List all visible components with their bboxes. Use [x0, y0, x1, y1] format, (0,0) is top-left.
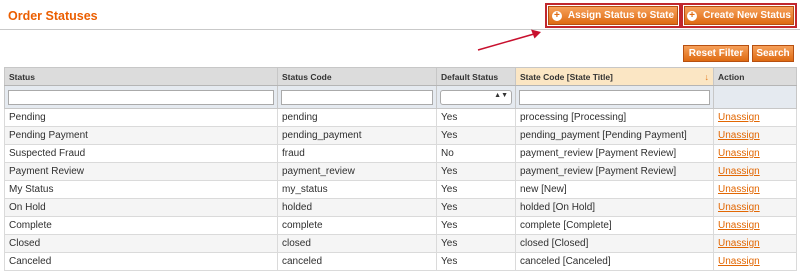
title-divider [0, 29, 800, 30]
status-code-cell: complete [277, 216, 437, 235]
action-cell: Unassign [713, 108, 797, 127]
filter-cell-status-code [277, 85, 437, 109]
unassign-link[interactable]: Unassign [718, 112, 760, 123]
action-cell: Unassign [713, 144, 797, 163]
plus-icon: + [551, 10, 562, 21]
state-code-cell: canceled [Canceled] [515, 252, 714, 271]
default-status-cell: Yes [436, 234, 516, 253]
filter-default-status-select[interactable]: ▲▼ [440, 89, 512, 105]
column-header-status[interactable]: Status [4, 67, 278, 86]
filter-status-input[interactable] [8, 89, 274, 105]
state-code-cell: new [New] [515, 180, 714, 199]
unassign-link[interactable]: Unassign [718, 130, 760, 141]
state-code-cell: holded [On Hold] [515, 198, 714, 217]
table-row[interactable]: Pending Payment pending_payment Yes pend… [4, 126, 797, 145]
table-row[interactable]: Suspected Fraud fraud No payment_review … [4, 144, 797, 163]
status-cell: Payment Review [4, 162, 278, 181]
action-cell: Unassign [713, 198, 797, 217]
filter-state-code-input[interactable] [519, 89, 710, 105]
default-status-cell: Yes [436, 162, 516, 181]
table-row[interactable]: Canceled canceled Yes canceled [Canceled… [4, 252, 797, 271]
state-code-header-label: State Code [State Title] [520, 71, 613, 82]
status-cell: Complete [4, 216, 278, 235]
unassign-link[interactable]: Unassign [718, 220, 760, 231]
column-header-default-status[interactable]: Default Status [436, 67, 516, 86]
filter-cell-default-status: ▲▼ [436, 85, 516, 109]
select-arrows-icon: ▲▼ [494, 91, 508, 99]
unassign-link[interactable]: Unassign [718, 166, 760, 177]
table-row[interactable]: Closed closed Yes closed [Closed] Unassi… [4, 234, 797, 253]
status-code-cell: canceled [277, 252, 437, 271]
plus-icon: + [687, 10, 698, 21]
unassign-link[interactable]: Unassign [718, 184, 760, 195]
state-code-cell: closed [Closed] [515, 234, 714, 253]
default-status-cell: Yes [436, 180, 516, 199]
default-status-cell: No [436, 144, 516, 163]
status-code-cell: holded [277, 198, 437, 217]
column-header-state-code[interactable]: State Code [State Title] ↓ [515, 67, 714, 86]
column-header-action: Action [713, 67, 797, 86]
create-status-label: Create New Status [703, 10, 791, 21]
status-cell: Canceled [4, 252, 278, 271]
status-code-cell: pending [277, 108, 437, 127]
filter-cell-action [713, 85, 797, 109]
status-cell: On Hold [4, 198, 278, 217]
create-new-status-button[interactable]: + Create New Status [684, 6, 794, 25]
search-label: Search [756, 48, 790, 59]
status-cell: Closed [4, 234, 278, 253]
action-cell: Unassign [713, 126, 797, 145]
status-cell: Suspected Fraud [4, 144, 278, 163]
page-title: Order Statuses [8, 9, 98, 23]
assign-status-to-state-button[interactable]: + Assign Status to State [548, 6, 678, 25]
table-row[interactable]: On Hold holded Yes holded [On Hold] Unas… [4, 198, 797, 217]
state-code-cell: payment_review [Payment Review] [515, 144, 714, 163]
state-code-cell: pending_payment [Pending Payment] [515, 126, 714, 145]
reset-filter-label: Reset Filter [688, 48, 744, 59]
order-status-grid: Status Status Code Default Status State … [4, 67, 797, 271]
status-cell: Pending Payment [4, 126, 278, 145]
search-button[interactable]: Search [752, 45, 794, 62]
unassign-link[interactable]: Unassign [718, 148, 760, 159]
state-code-cell: processing [Processing] [515, 108, 714, 127]
state-code-cell: complete [Complete] [515, 216, 714, 235]
status-code-cell: my_status [277, 180, 437, 199]
status-code-cell: fraud [277, 144, 437, 163]
default-status-cell: Yes [436, 126, 516, 145]
action-cell: Unassign [713, 216, 797, 235]
action-cell: Unassign [713, 180, 797, 199]
table-row[interactable]: Payment Review payment_review Yes paymen… [4, 162, 797, 181]
status-cell: My Status [4, 180, 278, 199]
assign-status-label: Assign Status to State [567, 10, 675, 21]
default-status-cell: Yes [436, 252, 516, 271]
table-row[interactable]: Pending pending Yes processing [Processi… [4, 108, 797, 127]
default-status-cell: Yes [436, 108, 516, 127]
unassign-link[interactable]: Unassign [718, 202, 760, 213]
filter-cell-status [4, 85, 278, 109]
filter-status-code-input[interactable] [281, 89, 433, 105]
table-row[interactable]: Complete complete Yes complete [Complete… [4, 216, 797, 235]
status-cell: Pending [4, 108, 278, 127]
sort-arrow-icon: ↓ [704, 71, 710, 82]
state-code-cell: payment_review [Payment Review] [515, 162, 714, 181]
default-status-cell: Yes [436, 198, 516, 217]
status-code-cell: pending_payment [277, 126, 437, 145]
default-status-cell: Yes [436, 216, 516, 235]
filter-cell-state-code [515, 85, 714, 109]
status-code-cell: payment_review [277, 162, 437, 181]
action-cell: Unassign [713, 162, 797, 181]
unassign-link[interactable]: Unassign [718, 256, 760, 267]
unassign-link[interactable]: Unassign [718, 238, 760, 249]
action-cell: Unassign [713, 234, 797, 253]
column-header-status-code[interactable]: Status Code [277, 67, 437, 86]
reset-filter-button[interactable]: Reset Filter [683, 45, 749, 62]
table-row[interactable]: My Status my_status Yes new [New] Unassi… [4, 180, 797, 199]
status-code-cell: closed [277, 234, 437, 253]
action-cell: Unassign [713, 252, 797, 271]
